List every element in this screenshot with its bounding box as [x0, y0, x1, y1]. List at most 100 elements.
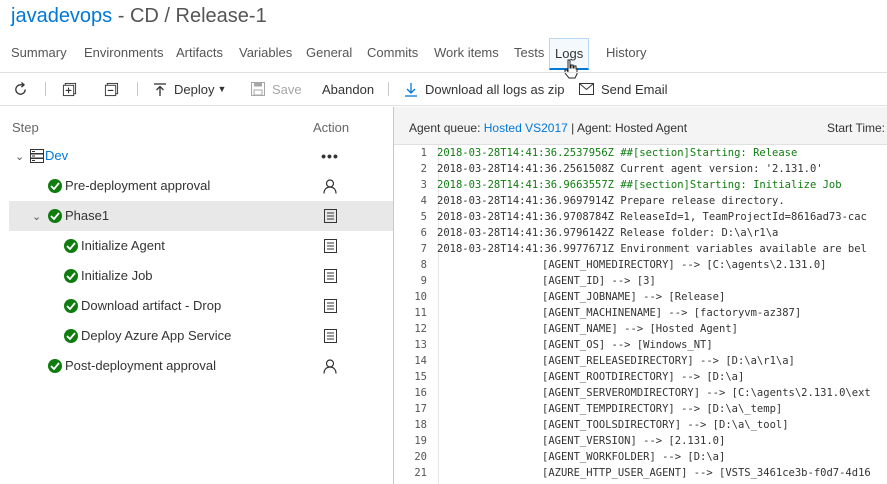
tree-item-label: Initialize Agent	[81, 238, 165, 253]
success-icon	[64, 269, 78, 283]
log-icon[interactable]	[322, 268, 338, 284]
log-icon[interactable]	[322, 298, 338, 314]
save-button[interactable]: Save	[251, 73, 302, 105]
log-line-text: [AGENT_WORKFOLDER] --> [D:\a]	[542, 451, 726, 463]
log-line-number: 9	[420, 275, 427, 287]
tab-history[interactable]: History	[606, 38, 646, 70]
log-line: 3 2018-03-28T14:41:36.9663557Z ##[section…	[394, 177, 887, 193]
log-line-number: 17	[414, 403, 427, 415]
log-icon[interactable]	[322, 328, 338, 344]
deploy-button[interactable]: Deploy ▼	[153, 73, 226, 105]
tree-item-pre-deployment-approval[interactable]: Pre-deployment approval	[9, 171, 393, 201]
download-logs-button[interactable]: Download all logs as zip	[404, 73, 564, 105]
tab-summary[interactable]: Summary	[11, 38, 67, 70]
chevron-down-icon[interactable]: ⌄	[15, 150, 24, 163]
collapse-all-icon	[104, 82, 119, 97]
log-line: 10 [AGENT_JOBNAME] --> [Release]	[394, 289, 887, 305]
log-line-number: 14	[414, 355, 427, 367]
log-line: 2 2018-03-28T14:41:36.2561508Z Current ag…	[394, 161, 887, 177]
log-line-text: 2018-03-28T14:41:36.9708784Z ReleaseId=1…	[437, 211, 867, 223]
agent-info: Agent queue: Hosted VS2017 | Agent: Host…	[409, 121, 687, 135]
log-line: 13 [AGENT_OS] --> [Windows_NT]	[394, 337, 887, 353]
success-icon	[64, 239, 78, 253]
log-line-number: 15	[414, 371, 427, 383]
refresh-button[interactable]	[13, 73, 35, 105]
log-line-text: [AGENT_RELEASEDIRECTORY] --> [D:\a\r1\a]	[542, 355, 795, 367]
log-line: 12 [AGENT_NAME] --> [Hosted Agent]	[394, 321, 887, 337]
tab-variables[interactable]: Variables	[239, 38, 292, 70]
log-line: 16 [AGENT_SERVEROMDIRECTORY] --> [C:\agen…	[394, 385, 887, 401]
download-icon	[404, 82, 418, 97]
success-icon	[64, 299, 78, 313]
page-title: javadevops - CD / Release-1	[11, 4, 267, 28]
send-email-label: Send Email	[601, 81, 668, 97]
agent-queue-link[interactable]: Hosted VS2017	[484, 121, 568, 135]
log-line-number: 1	[420, 147, 427, 159]
log-line-number: 20	[414, 451, 427, 463]
log-line-text: [AGENT_VERSION] --> [2.131.0]	[542, 435, 726, 447]
tree-item-dev[interactable]: ⌄ Dev •••	[9, 141, 393, 171]
log-icon[interactable]	[322, 238, 338, 254]
send-email-button[interactable]: Send Email	[579, 73, 667, 105]
expand-all-button[interactable]	[62, 73, 84, 105]
log-line: 11 [AGENT_MACHINENAME] --> [factoryvm-az3…	[394, 305, 887, 321]
log-line-number: 10	[414, 291, 427, 303]
agent-name: | Agent: Hosted Agent	[571, 121, 688, 135]
log-line-number: 12	[414, 323, 427, 335]
tree-item-label: Deploy Azure App Service	[81, 328, 232, 343]
tab-artifacts[interactable]: Artifacts	[176, 38, 223, 70]
expand-all-icon	[62, 82, 77, 97]
person-icon[interactable]	[322, 358, 338, 374]
tree-item-deploy-azure-app-service[interactable]: Deploy Azure App Service	[9, 321, 393, 351]
tab-environments[interactable]: Environments	[84, 38, 163, 70]
log-line-text: [AGENT_JOBNAME] --> [Release]	[542, 291, 726, 303]
chevron-down-icon[interactable]: ⌄	[32, 210, 41, 223]
tree-item-label[interactable]: Dev	[45, 148, 68, 163]
abandon-button[interactable]: Abandon	[322, 73, 374, 105]
log-icon[interactable]	[322, 208, 338, 224]
log-line-number: 4	[420, 195, 427, 207]
log-line-text: [AGENT_TOOLSDIRECTORY] --> [D:\a\_tool]	[542, 419, 789, 431]
toolbar-separator	[388, 82, 389, 96]
tab-commits[interactable]: Commits	[367, 38, 418, 70]
log-line-number: 16	[414, 387, 427, 399]
log-line-text: 2018-03-28T14:41:36.2561508Z Current age…	[437, 163, 823, 175]
log-line-number: 5	[420, 211, 427, 223]
tree-item-initialize-job[interactable]: Initialize Job	[9, 261, 393, 291]
log-line-number: 3	[420, 179, 427, 191]
tab-work-items[interactable]: Work items	[434, 38, 499, 70]
log-line-text: 2018-03-28T14:41:36.9977671Z Environment…	[437, 243, 867, 255]
deploy-icon	[153, 82, 167, 97]
log-line: 17 [AGENT_TEMPDIRECTORY] --> [D:\a\_temp]	[394, 401, 887, 417]
collapse-all-button[interactable]	[104, 73, 126, 105]
log-line-number: 11	[414, 307, 427, 319]
tree-item-download-artifact[interactable]: Download artifact - Drop	[9, 291, 393, 321]
log-viewer[interactable]: 1 2018-03-28T14:41:36.2537956Z ##[section…	[394, 145, 887, 484]
success-icon	[64, 329, 78, 343]
tab-general[interactable]: General	[306, 38, 352, 70]
toolbar-separator	[45, 82, 46, 96]
log-line-number: 7	[420, 243, 427, 255]
log-line-text: [AGENT_SERVEROMDIRECTORY] --> [C:\agents…	[542, 387, 871, 399]
tree-item-post-deployment-approval[interactable]: Post-deployment approval	[9, 351, 393, 381]
project-link[interactable]: javadevops	[11, 5, 112, 27]
tab-bar: Summary Environments Artifacts Variables…	[0, 38, 887, 79]
tree-item-phase1[interactable]: ⌄ Phase1	[9, 201, 393, 231]
log-line-number: 19	[414, 435, 427, 447]
agent-queue-label: Agent queue:	[409, 121, 481, 135]
log-line-number: 18	[414, 419, 427, 431]
log-line: 6 2018-03-28T14:41:36.9796142Z Release fo…	[394, 225, 887, 241]
tree-item-label: Post-deployment approval	[65, 358, 217, 373]
log-line: 19 [AGENT_VERSION] --> [2.131.0]	[394, 433, 887, 449]
chevron-down-icon: ▼	[217, 84, 227, 94]
tab-tests[interactable]: Tests	[514, 38, 544, 70]
more-icon[interactable]: •••	[321, 148, 338, 164]
person-icon[interactable]	[322, 178, 338, 194]
log-line: 18 [AGENT_TOOLSDIRECTORY] --> [D:\a\_tool…	[394, 417, 887, 433]
abandon-label: Abandon	[322, 81, 375, 97]
save-label: Save	[272, 81, 302, 97]
log-line: 15 [AGENT_ROOTDIRECTORY] --> [D:\a]	[394, 369, 887, 385]
tree-item-initialize-agent[interactable]: Initialize Agent	[9, 231, 393, 261]
log-line-number: 2	[420, 163, 427, 175]
log-line: 4 2018-03-28T14:41:36.9697914Z Prepare re…	[394, 193, 887, 209]
